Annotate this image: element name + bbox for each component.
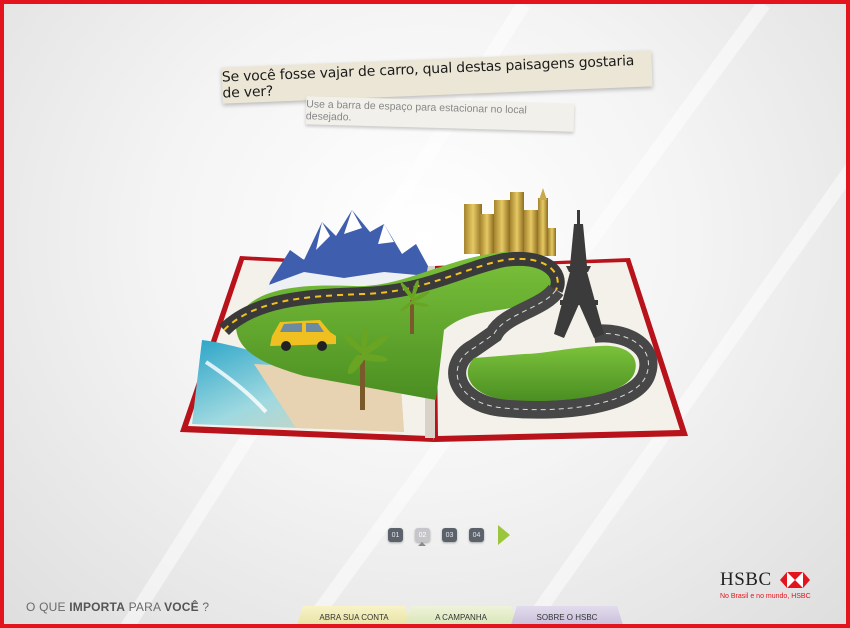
- brand-name: HSBC: [720, 569, 772, 590]
- campaign-slogan: O QUE IMPORTA PARA VOCÊ ?: [26, 600, 210, 614]
- tab-abra-sua-conta[interactable]: ABRA SUA CONTA: [296, 606, 412, 624]
- page-button-01[interactable]: 01: [388, 528, 403, 542]
- city-landscape-option[interactable]: [464, 188, 556, 256]
- page-button-04[interactable]: 04: [469, 528, 484, 542]
- tab-sobre-o-hsbc[interactable]: SOBRE O HSBC: [510, 606, 624, 624]
- page-button-03[interactable]: 03: [442, 528, 457, 542]
- hsbc-hexagon-icon: [780, 572, 811, 588]
- active-page-indicator: [418, 542, 426, 546]
- app-frame: Se você fosse vajar de carro, qual desta…: [0, 0, 850, 628]
- brand-tagline: No Brasil e no mundo, HSBC: [720, 593, 811, 600]
- page-button-02[interactable]: 02: [415, 528, 430, 542]
- hsbc-logo[interactable]: HSBC No Brasil e no mundo, HSBC: [720, 569, 811, 600]
- next-arrow-icon[interactable]: [498, 525, 510, 545]
- tab-a-campanha[interactable]: A CAMPANHA: [404, 606, 518, 624]
- footer-tabs: ABRA SUA CONTA A CAMPANHA SOBRE O HSBC: [296, 606, 624, 624]
- pager: 01 02 03 04: [388, 525, 510, 545]
